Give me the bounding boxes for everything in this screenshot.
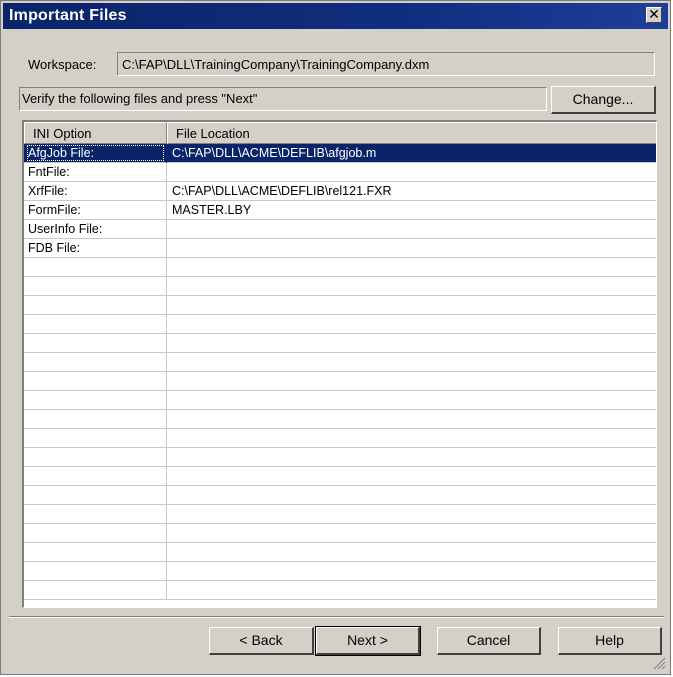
column-divider (166, 410, 167, 429)
table-row[interactable]: AfgJob File: C:\FAP\DLL\ACME\DEFLIB\afgjo… (24, 144, 656, 163)
change-button[interactable]: Change... (551, 86, 656, 114)
empty-row[interactable] (24, 334, 656, 353)
empty-row[interactable] (24, 562, 656, 581)
column-divider (166, 334, 167, 353)
table-row[interactable]: FntFile: (24, 163, 656, 182)
ini-option-cell: FDB File: (28, 241, 81, 255)
empty-row[interactable] (24, 258, 656, 277)
ini-option-cell: XrfFile: (28, 184, 68, 198)
file-location-cell: MASTER.LBY (172, 203, 252, 217)
empty-row[interactable] (24, 543, 656, 562)
file-location-cell: C:\FAP\DLL\ACME\DEFLIB\rel121.FXR (172, 184, 392, 198)
column-divider (166, 562, 167, 581)
next-button[interactable]: Next > (315, 626, 421, 656)
column-divider (166, 258, 167, 277)
workspace-label: Workspace: (28, 57, 97, 72)
back-button[interactable]: < Back (209, 627, 314, 655)
column-divider (166, 315, 167, 334)
table-row[interactable]: FDB File: (24, 239, 656, 258)
column-header-file-location[interactable]: File Location (167, 122, 656, 144)
column-divider (166, 486, 167, 505)
resize-grip-icon[interactable] (652, 656, 666, 670)
column-divider (166, 505, 167, 524)
column-divider (166, 353, 167, 372)
important-files-list[interactable]: INI Option File Location AfgJob File: C:\… (22, 120, 657, 608)
empty-row[interactable] (24, 315, 656, 334)
column-divider (166, 372, 167, 391)
close-button[interactable]: ✕ (646, 7, 662, 23)
empty-row[interactable] (24, 353, 656, 372)
empty-row[interactable] (24, 296, 656, 315)
ini-option-cell: FormFile: (28, 203, 81, 217)
close-icon: ✕ (648, 6, 660, 22)
workspace-field: C:\FAP\DLL\TrainingCompany\TrainingCompa… (117, 52, 655, 76)
column-divider (166, 429, 167, 448)
table-row[interactable]: XrfFile: C:\FAP\DLL\ACME\DEFLIB\rel121.FX… (24, 182, 656, 201)
help-button[interactable]: Help (558, 627, 662, 655)
empty-row[interactable] (24, 372, 656, 391)
table-row[interactable]: UserInfo File: (24, 220, 656, 239)
list-header: INI Option File Location (24, 122, 656, 144)
column-divider (166, 467, 167, 486)
column-divider (166, 581, 167, 600)
dialog-title: Important Files (9, 7, 127, 24)
empty-row[interactable] (24, 581, 656, 600)
title-bar[interactable]: Important Files ✕ (3, 3, 668, 29)
empty-row[interactable] (24, 429, 656, 448)
column-divider (166, 448, 167, 467)
column-header-ini-option[interactable]: INI Option (24, 122, 167, 144)
list-rows: AfgJob File: C:\FAP\DLL\ACME\DEFLIB\afgjo… (24, 144, 656, 600)
column-divider (166, 524, 167, 543)
cancel-button[interactable]: Cancel (437, 627, 541, 655)
empty-row[interactable] (24, 277, 656, 296)
empty-row[interactable] (24, 505, 656, 524)
column-divider (166, 163, 167, 182)
column-divider (166, 220, 167, 239)
empty-row[interactable] (24, 486, 656, 505)
empty-row[interactable] (24, 391, 656, 410)
column-divider (166, 277, 167, 296)
empty-row[interactable] (24, 410, 656, 429)
column-divider (166, 144, 167, 163)
table-row[interactable]: FormFile: MASTER.LBY (24, 201, 656, 220)
column-divider (166, 391, 167, 410)
empty-row[interactable] (24, 467, 656, 486)
ini-option-cell: FntFile: (28, 165, 70, 179)
column-divider (166, 201, 167, 220)
column-divider (166, 296, 167, 315)
ini-option-cell: AfgJob File: (27, 145, 164, 161)
column-divider (166, 182, 167, 201)
instruction-text: Verify the following files and press "Ne… (19, 87, 547, 111)
empty-row[interactable] (24, 524, 656, 543)
button-separator (9, 616, 664, 618)
important-files-dialog: Important Files ✕ Workspace: C:\FAP\DLL\… (0, 0, 671, 675)
ini-option-cell: UserInfo File: (28, 222, 103, 236)
file-location-cell: C:\FAP\DLL\ACME\DEFLIB\afgjob.m (172, 146, 377, 160)
column-divider (166, 543, 167, 562)
empty-row[interactable] (24, 448, 656, 467)
column-divider (166, 239, 167, 258)
